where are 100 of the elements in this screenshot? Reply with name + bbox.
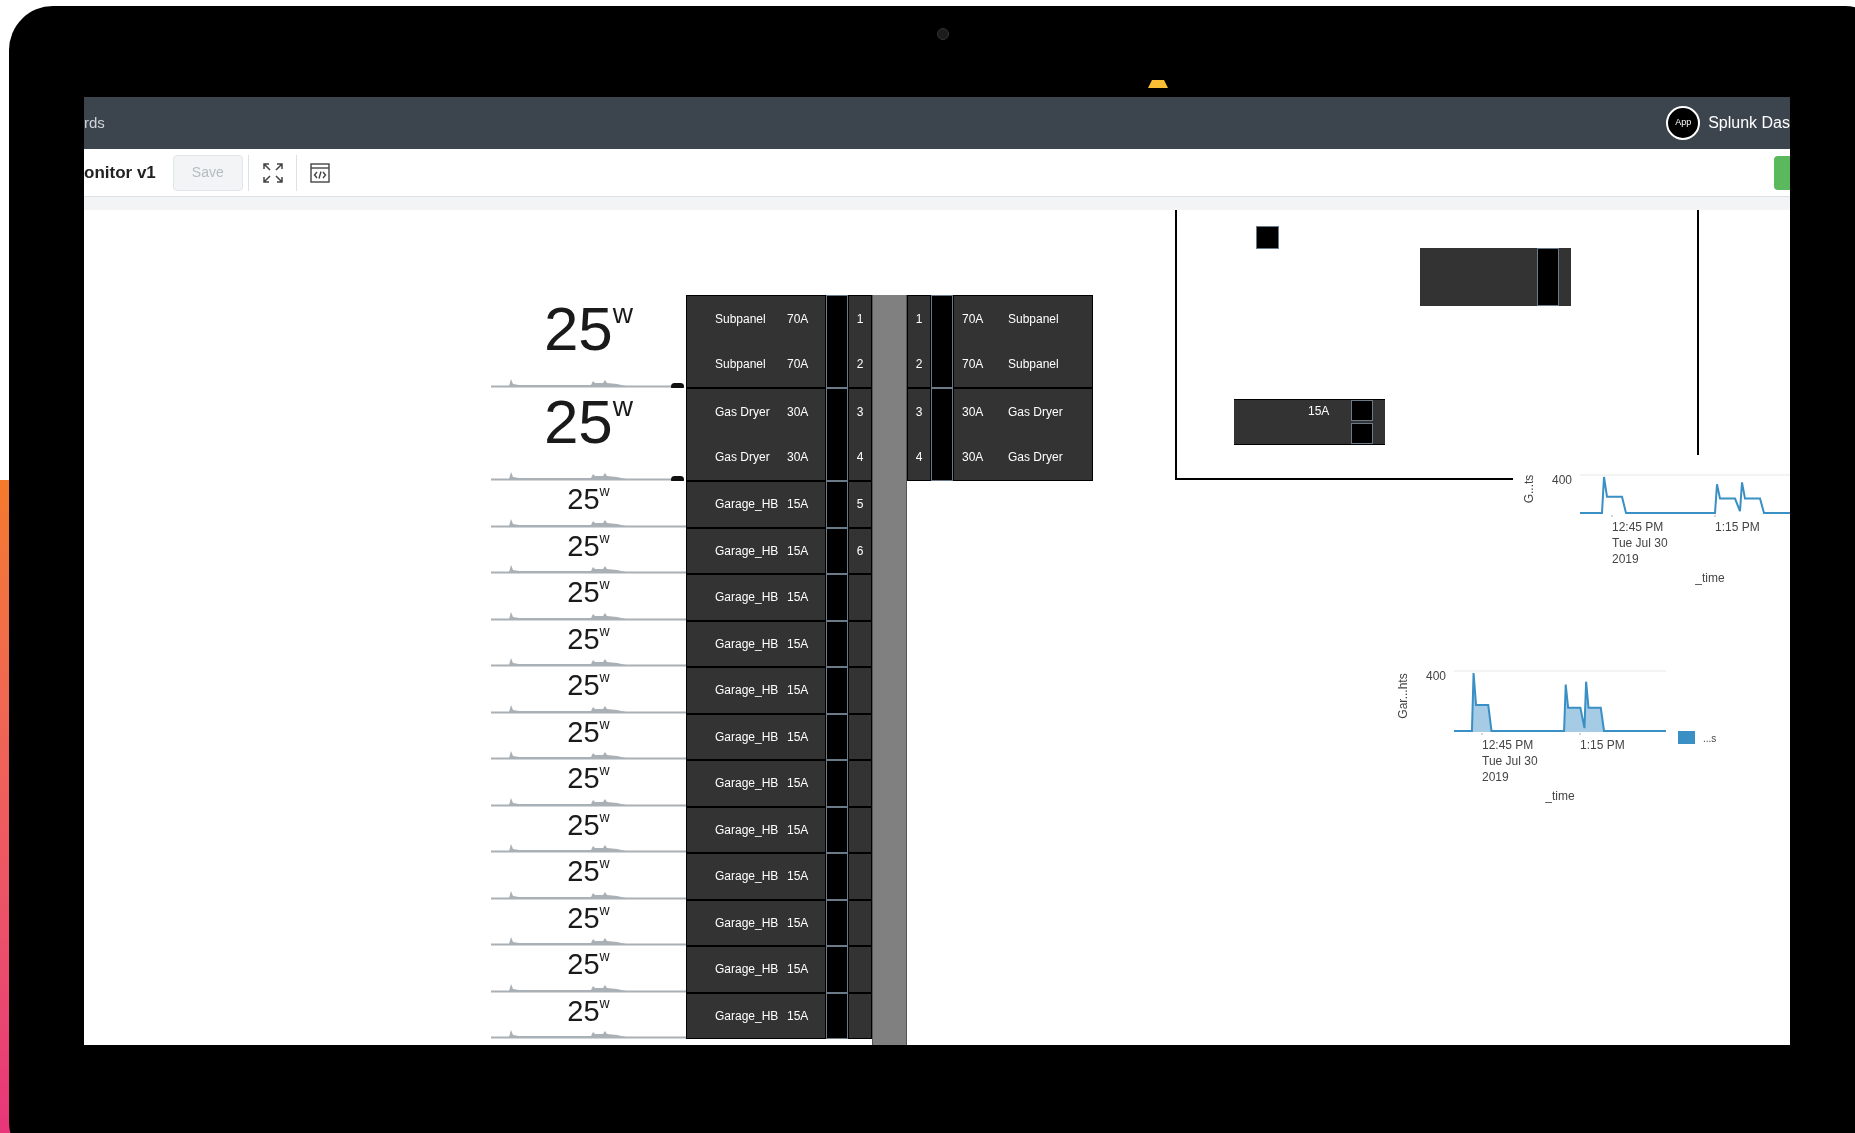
x-tick-label: Tue Jul 30 [1612, 535, 1668, 551]
slot-number: 2 [856, 356, 864, 374]
circuit-label: Gas Dryer [715, 449, 771, 467]
unit-label: w [612, 390, 634, 422]
unit-label: w [599, 622, 610, 639]
slot-number-cell [848, 899, 872, 946]
circuit-label: Garage_HB [715, 682, 780, 700]
unit-label: w [599, 576, 610, 592]
amperage-label: 30A [962, 403, 985, 421]
slot-number: 3 [856, 403, 864, 421]
amperage-label: 30A [787, 403, 809, 421]
unit-label: w [599, 855, 610, 871]
unit-label: w [599, 669, 610, 685]
amperage-label: 30A [787, 449, 809, 467]
amperage-label: 15A [787, 914, 809, 932]
slot-number: 1 [915, 310, 923, 328]
circuit-label: Garage_HB [715, 868, 780, 886]
power-reading: 25 [567, 808, 600, 841]
amperage-label: 15A [787, 1007, 809, 1025]
y-tick-label: 400 [1425, 669, 1446, 683]
amperage-label: 15A [787, 682, 809, 700]
slot-number-cell [848, 992, 872, 1039]
slot-number-cell [848, 806, 872, 853]
amperage-label: 15A [787, 542, 809, 560]
amperage-label: 70A [962, 356, 985, 374]
circuit-label: Subpanel [1008, 356, 1059, 374]
slot-number: 3 [915, 403, 923, 421]
slot-number-cell [848, 760, 872, 807]
amperage-label: 15A [787, 635, 809, 653]
x-tick-label: 2019 [1612, 551, 1640, 567]
power-reading: 25 [567, 669, 600, 701]
fullscreen-icon[interactable] [261, 161, 284, 184]
y-tick-label: 400 [1551, 473, 1572, 487]
power-reading: 25 [567, 948, 600, 980]
app-title[interactable]: Splunk Das [1708, 111, 1790, 135]
circuit-label: Subpanel [715, 356, 767, 374]
y-axis-title: G...ts [1521, 474, 1537, 504]
amperage-label: 15A [787, 961, 809, 979]
x-axis-title: _time [1695, 570, 1725, 587]
x-tick-label: Tue Jul 30 [1482, 753, 1538, 769]
breaker-slot [1537, 248, 1559, 306]
amperage-label: 15A [787, 728, 809, 746]
circuit-label: Subpanel [1008, 310, 1059, 328]
slot-number: 2 [915, 356, 923, 374]
power-reading: 25 [567, 576, 600, 608]
slot-number-cell [848, 853, 872, 900]
legend-swatch [1678, 731, 1695, 744]
slot-number-cell [848, 946, 872, 993]
circuit-label: Garage_HB [715, 589, 780, 607]
power-reading: 25 [543, 297, 613, 361]
circuit-label: Garage_HB [715, 542, 780, 560]
x-tick-label: 12:45 PM [1482, 737, 1535, 753]
circuit-label: Garage_HB [715, 961, 780, 979]
amperage-label: 15A [1308, 402, 1331, 420]
circuit-label: Garage_HB [715, 496, 780, 514]
circuit-label: Garage_HB [715, 728, 780, 746]
unit-label: w [599, 762, 610, 778]
circuit-label: Garage_HB [715, 821, 780, 839]
circuit-label: Gas Dryer [715, 403, 771, 421]
slot-number: 5 [856, 496, 864, 514]
x-tick-label: 1:15 PM [1715, 519, 1760, 535]
power-reading: 25 [543, 390, 613, 454]
slot-number: 4 [856, 449, 864, 467]
circuit-label: Garage_HB [715, 914, 780, 932]
x-tick-label: 12:45 PM [1612, 519, 1665, 535]
unit-label: w [599, 529, 610, 546]
amperage-label: 15A [787, 589, 809, 607]
unit-label: w [599, 483, 610, 499]
circuit-label: Subpanel [715, 310, 767, 328]
amperage-label: 15A [787, 868, 809, 886]
slot-number-cell [848, 620, 872, 667]
code-window-icon[interactable] [309, 162, 330, 183]
amperage-label: 70A [962, 310, 985, 328]
amperage-label: 30A [962, 449, 985, 467]
slot-number-cell [848, 667, 872, 714]
power-reading: 25 [567, 855, 600, 887]
power-reading: 25 [567, 901, 600, 934]
unit-label: w [599, 948, 610, 964]
slot-number: 4 [915, 449, 923, 467]
unit-label: w [612, 297, 634, 329]
app-icon[interactable]: App [1666, 106, 1701, 140]
circuit-label: Gas Dryer [1008, 403, 1063, 421]
power-reading: 25 [567, 529, 600, 562]
x-axis-title: _time [1545, 788, 1575, 805]
x-tick-label: 2019 [1482, 769, 1510, 785]
power-reading: 25 [567, 715, 600, 748]
unit-label: w [599, 901, 610, 918]
circuit-label: Garage_HB [715, 1007, 780, 1025]
breaker-slot [1256, 226, 1279, 249]
slot-number-cell [848, 713, 872, 760]
warning-icon [1148, 80, 1168, 88]
circuit-label: Garage_HB [715, 635, 780, 653]
amperage-label: 70A [787, 310, 809, 328]
legend-label: ...s [1703, 732, 1717, 746]
amperage-label: 15A [787, 496, 809, 514]
x-tick-label: 1:15 PM [1580, 737, 1625, 753]
y-axis-title: Gar...hts [1395, 673, 1411, 719]
unit-label: w [599, 808, 610, 825]
amperage-label: 15A [787, 821, 809, 839]
amperage-label: 70A [787, 356, 809, 374]
